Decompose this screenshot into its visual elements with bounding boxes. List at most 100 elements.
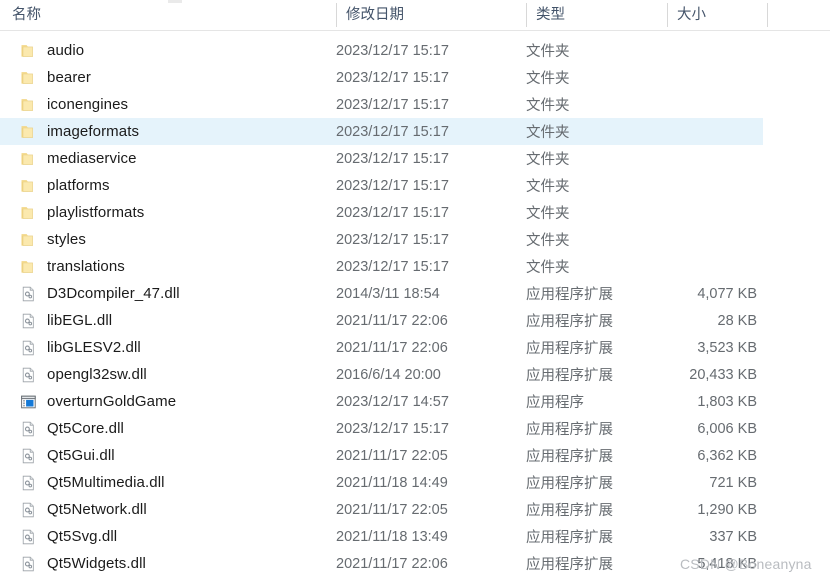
table-row[interactable]: imageformats 2023/12/17 15:17 文件夹 xyxy=(0,118,763,145)
table-row[interactable]: Qt5Widgets.dll 2021/11/17 22:06 应用程序扩展 5,41… xyxy=(0,550,763,577)
file-name-cell[interactable]: audio xyxy=(0,42,336,59)
file-name-cell[interactable]: platforms xyxy=(0,177,336,194)
file-type-cell: 应用程序扩展 xyxy=(526,368,613,384)
dll-file-icon xyxy=(20,502,37,518)
file-type-cell: 应用程序扩展 xyxy=(526,341,613,357)
file-type-cell: 文件夹 xyxy=(526,233,570,249)
file-date-cell: 2023/12/17 14:57 xyxy=(336,393,449,410)
file-name-label: mediaservice xyxy=(47,150,137,167)
file-date-cell: 2023/12/17 15:17 xyxy=(336,204,449,221)
file-name-label: libGLESV2.dll xyxy=(47,339,141,356)
table-row[interactable]: libGLESV2.dll 2021/11/17 22:06 应用程序扩展 3,523… xyxy=(0,334,763,361)
file-size-cell: 1,290 KB xyxy=(697,501,757,518)
column-header-spacer[interactable] xyxy=(767,0,830,30)
dll-file-icon xyxy=(20,448,37,464)
file-name-label: D3Dcompiler_47.dll xyxy=(47,285,180,302)
file-name-cell[interactable]: overturnGoldGame xyxy=(0,393,336,410)
file-type-cell: 文件夹 xyxy=(526,152,570,168)
file-name-cell[interactable]: Qt5Svg.dll xyxy=(0,528,336,545)
file-type-cell: 文件夹 xyxy=(526,71,570,87)
table-row[interactable]: bearer 2023/12/17 15:17 文件夹 xyxy=(0,64,763,91)
dll-file-icon xyxy=(20,367,37,383)
column-header-type[interactable]: 类型 xyxy=(526,0,667,30)
file-type-cell: 应用程序扩展 xyxy=(526,422,613,438)
table-row[interactable]: Qt5Svg.dll 2021/11/18 13:49 应用程序扩展 337 KB xyxy=(0,523,763,550)
table-row[interactable]: platforms 2023/12/17 15:17 文件夹 xyxy=(0,172,763,199)
file-date-cell: 2023/12/17 15:17 xyxy=(336,177,449,194)
file-name-cell[interactable]: Qt5Multimedia.dll xyxy=(0,474,336,491)
table-row[interactable]: playlistformats 2023/12/17 15:17 文件夹 xyxy=(0,199,763,226)
file-name-label: overturnGoldGame xyxy=(47,393,177,410)
file-size-cell: 3,523 KB xyxy=(697,339,757,356)
table-row[interactable]: styles 2023/12/17 15:17 文件夹 xyxy=(0,226,763,253)
file-date-cell: 2021/11/18 13:49 xyxy=(336,528,448,545)
file-name-cell[interactable]: libEGL.dll xyxy=(0,312,336,329)
file-name-label: platforms xyxy=(47,177,110,194)
file-date-cell: 2021/11/17 22:06 xyxy=(336,339,448,356)
file-size-cell: 6,006 KB xyxy=(697,420,757,437)
file-name-cell[interactable]: Qt5Widgets.dll xyxy=(0,555,336,572)
file-date-cell: 2023/12/17 15:17 xyxy=(336,258,449,275)
table-row[interactable]: mediaservice 2023/12/17 15:17 文件夹 xyxy=(0,145,763,172)
table-row[interactable]: iconengines 2023/12/17 15:17 文件夹 xyxy=(0,91,763,118)
file-name-label: Qt5Widgets.dll xyxy=(47,555,146,572)
file-name-label: audio xyxy=(47,42,85,59)
folder-icon xyxy=(20,205,37,221)
file-type-cell: 应用程序 xyxy=(526,395,584,411)
file-name-label: bearer xyxy=(47,69,91,86)
table-row[interactable]: Qt5Gui.dll 2021/11/17 22:05 应用程序扩展 6,362 KB xyxy=(0,442,763,469)
table-row[interactable]: translations 2023/12/17 15:17 文件夹 xyxy=(0,253,763,280)
file-name-cell[interactable]: libGLESV2.dll xyxy=(0,339,336,356)
file-name-cell[interactable]: Qt5Core.dll xyxy=(0,420,336,437)
file-name-cell[interactable]: opengl32sw.dll xyxy=(0,366,336,383)
file-name-cell[interactable]: styles xyxy=(0,231,336,248)
file-name-cell[interactable]: translations xyxy=(0,258,336,275)
file-size-cell: 20,433 KB xyxy=(689,366,757,383)
column-header-date-modified[interactable]: 修改日期 xyxy=(336,0,526,30)
column-header-size[interactable]: 大小 xyxy=(667,0,767,30)
file-size-cell: 6,362 KB xyxy=(697,447,757,464)
folder-icon xyxy=(20,151,37,167)
file-date-cell: 2021/11/17 22:06 xyxy=(336,555,448,572)
file-date-cell: 2023/12/17 15:17 xyxy=(336,420,449,437)
table-row[interactable]: D3Dcompiler_47.dll 2014/3/11 18:54 应用程序扩展 4… xyxy=(0,280,763,307)
file-name-label: Qt5Core.dll xyxy=(47,420,124,437)
file-date-cell: 2023/12/17 15:17 xyxy=(336,150,449,167)
file-name-label: playlistformats xyxy=(47,204,145,221)
file-list: audio 2023/12/17 15:17 文件夹 bearer 2023/12/17… xyxy=(0,37,830,577)
file-name-cell[interactable]: iconengines xyxy=(0,96,336,113)
table-row[interactable]: audio 2023/12/17 15:17 文件夹 xyxy=(0,37,763,64)
dll-file-icon xyxy=(20,421,37,437)
file-name-label: libEGL.dll xyxy=(47,312,113,329)
file-date-cell: 2016/6/14 20:00 xyxy=(336,366,441,383)
file-name-label: iconengines xyxy=(47,96,129,113)
file-date-cell: 2023/12/17 15:17 xyxy=(336,123,449,140)
file-name-cell[interactable]: imageformats xyxy=(0,123,336,140)
file-type-cell: 文件夹 xyxy=(526,260,570,276)
file-name-label: opengl32sw.dll xyxy=(47,366,147,383)
file-name-cell[interactable]: Qt5Network.dll xyxy=(0,501,336,518)
file-date-cell: 2023/12/17 15:17 xyxy=(336,69,449,86)
folder-icon xyxy=(20,70,37,86)
file-name-label: styles xyxy=(47,231,86,248)
folder-icon xyxy=(20,124,37,140)
column-header-name[interactable]: 名称 xyxy=(12,0,342,30)
file-date-cell: 2021/11/18 14:49 xyxy=(336,474,448,491)
file-type-cell: 文件夹 xyxy=(526,44,570,60)
file-name-cell[interactable]: D3Dcompiler_47.dll xyxy=(0,285,336,302)
file-name-cell[interactable]: playlistformats xyxy=(0,204,336,221)
file-name-cell[interactable]: mediaservice xyxy=(0,150,336,167)
table-row[interactable]: libEGL.dll 2021/11/17 22:06 应用程序扩展 28 KB xyxy=(0,307,763,334)
file-name-cell[interactable]: Qt5Gui.dll xyxy=(0,447,336,464)
table-row[interactable]: opengl32sw.dll 2016/6/14 20:00 应用程序扩展 20,43… xyxy=(0,361,763,388)
file-date-cell: 2023/12/17 15:17 xyxy=(336,42,449,59)
table-row[interactable]: overturnGoldGame 2023/12/17 14:57 应用程序 1,80… xyxy=(0,388,763,415)
file-name-cell[interactable]: bearer xyxy=(0,69,336,86)
table-row[interactable]: Qt5Core.dll 2023/12/17 15:17 应用程序扩展 6,006 K… xyxy=(0,415,763,442)
table-row[interactable]: Qt5Multimedia.dll 2021/11/18 14:49 应用程序扩展 7… xyxy=(0,469,763,496)
table-row[interactable]: Qt5Network.dll 2021/11/17 22:05 应用程序扩展 1,29… xyxy=(0,496,763,523)
file-type-cell: 文件夹 xyxy=(526,206,570,222)
file-name-label: Qt5Multimedia.dll xyxy=(47,474,165,491)
folder-icon xyxy=(20,178,37,194)
application-exe-icon xyxy=(20,394,37,410)
